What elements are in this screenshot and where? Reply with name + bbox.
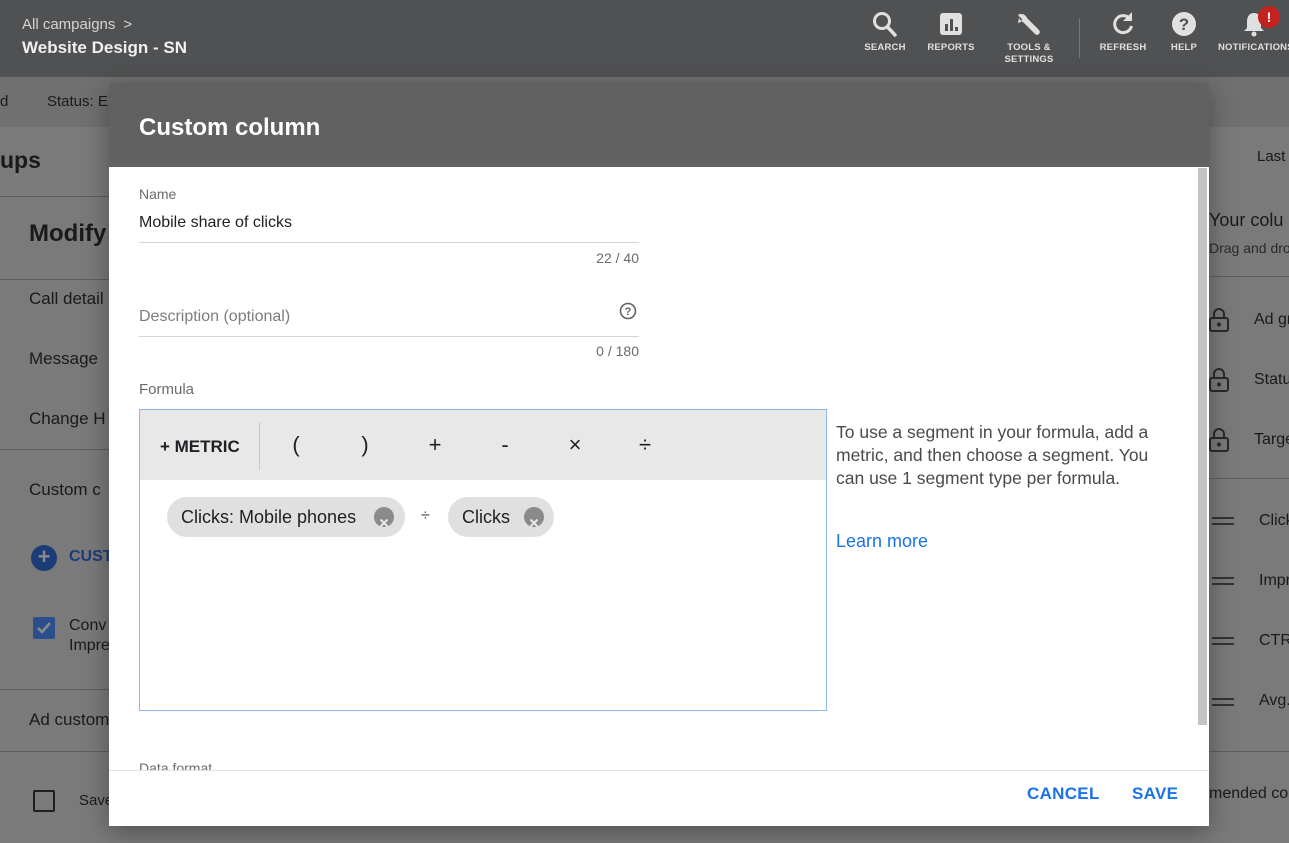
help-icon: ?: [1172, 12, 1196, 36]
background-draggable-column: Impr: [1259, 572, 1289, 589]
background-custom-button: CUST: [69, 548, 113, 565]
metric-chip-label: Clicks: [462, 507, 510, 527]
background-divider: [0, 279, 109, 280]
metric-chip-label: Clicks: Mobile phones: [181, 507, 357, 527]
background-draggable-column: Click: [1259, 512, 1289, 529]
background-last-label: Last: [1257, 148, 1286, 165]
background-divider: [0, 449, 109, 450]
background-divider: [1209, 478, 1289, 479]
background-conv-line1: Conv: [69, 617, 107, 634]
wrench-icon: [1018, 13, 1040, 35]
description-underline: [139, 336, 639, 337]
background-draggable-column: CTR: [1259, 632, 1289, 649]
lock-icon: [1208, 367, 1230, 398]
svg-text:?: ?: [1179, 15, 1190, 34]
segment-info-text: To use a segment in your formula, add a …: [836, 422, 1149, 488]
divide-button[interactable]: ÷: [635, 432, 655, 458]
toolbar-divider: [1079, 18, 1080, 58]
learn-more-link[interactable]: Learn more: [836, 531, 928, 552]
background-ad-customizers: Ad custom: [29, 710, 110, 729]
background-your-columns-sub: Drag and dro: [1209, 240, 1289, 256]
campaign-name: Website Design - SN: [22, 38, 187, 57]
tools-label-line2: SETTINGS: [1004, 54, 1054, 65]
name-label: Name: [139, 186, 177, 202]
help-label: HELP: [1170, 42, 1198, 53]
drag-handle-icon: [1212, 517, 1234, 529]
description-input[interactable]: Description (optional): [139, 308, 290, 326]
background-cut-text: d: [0, 93, 9, 110]
background-status: Status: E: [47, 93, 108, 110]
background-left-item: Call detail: [29, 289, 104, 308]
open-paren-button[interactable]: (: [286, 432, 306, 458]
chevron-right-icon: >: [123, 16, 133, 33]
checkbox-checked-icon: [33, 617, 55, 639]
reports-icon: [940, 13, 962, 35]
background-locked-column: Ad gr: [1254, 311, 1289, 328]
metric-chip[interactable]: Clicks: [448, 497, 554, 537]
formula-editor[interactable]: + METRIC ( ) + - × ÷ Clicks: Mobile phon…: [139, 409, 827, 711]
background-draggable-column: Avg.: [1259, 692, 1289, 709]
background-divider: [0, 196, 109, 197]
plus-button[interactable]: +: [425, 432, 445, 458]
metric-chip[interactable]: Clicks: Mobile phones: [167, 497, 405, 537]
tools-settings-button[interactable]: TOOLS & SETTINGS: [1000, 10, 1058, 66]
tools-label-line1: TOOLS &: [1007, 42, 1051, 53]
refresh-icon: [1113, 12, 1133, 35]
background-modify-title: Modify: [29, 220, 107, 247]
drag-handle-icon: [1212, 577, 1234, 589]
refresh-label: REFRESH: [1099, 42, 1147, 53]
background-divider: [0, 689, 109, 690]
breadcrumb-all-campaigns[interactable]: All campaigns: [22, 16, 115, 33]
search-icon: [873, 12, 897, 37]
cancel-button[interactable]: CANCEL: [1027, 784, 1100, 804]
search-button[interactable]: SEARCH: [862, 10, 908, 54]
save-button[interactable]: SAVE: [1132, 784, 1178, 804]
formula-operator: ÷: [421, 507, 430, 524]
drag-handle-icon: [1212, 637, 1234, 649]
add-circle-icon: +: [31, 545, 57, 571]
remove-chip-icon[interactable]: [374, 507, 394, 528]
lock-icon: [1208, 307, 1230, 338]
formula-label: Formula: [139, 381, 195, 398]
notifications-label: NOTIFICATIONS: [1218, 42, 1289, 53]
background-conv-line2: Impre: [69, 637, 110, 654]
background-your-columns-title: Your colu: [1209, 210, 1284, 230]
dialog-header: Custom column: [109, 83, 1209, 167]
background-recommended: mended co: [1209, 785, 1289, 802]
svg-text:?: ?: [625, 306, 632, 318]
help-circle-icon[interactable]: ?: [619, 302, 637, 325]
background-custom-columns: Custom c: [29, 480, 101, 499]
formula-toolbar: + METRIC ( ) + - × ÷: [140, 410, 826, 480]
lock-icon: [1208, 427, 1230, 458]
minus-button[interactable]: -: [495, 432, 515, 458]
help-button[interactable]: ? HELP: [1166, 10, 1202, 54]
background-locked-column: Targe: [1254, 431, 1289, 448]
background-locked-column: Statu: [1254, 371, 1289, 388]
notification-badge: !: [1258, 6, 1280, 28]
toolbar-separator: [259, 422, 260, 470]
background-section-title: ups: [0, 147, 41, 173]
description-counter: 0 / 180: [596, 343, 639, 359]
name-counter: 22 / 40: [596, 250, 639, 266]
reports-button[interactable]: REPORTS: [926, 10, 976, 54]
name-input[interactable]: Mobile share of clicks: [139, 214, 292, 232]
multiply-button[interactable]: ×: [565, 432, 585, 458]
refresh-button[interactable]: REFRESH: [1098, 10, 1148, 54]
search-label: SEARCH: [864, 42, 906, 53]
background-left-item: Message: [29, 349, 98, 368]
drag-handle-icon: [1212, 698, 1234, 710]
breadcrumb[interactable]: All campaigns >: [22, 16, 132, 33]
dialog-scrollbar[interactable]: [1198, 168, 1207, 725]
dialog-title: Custom column: [139, 114, 321, 141]
add-metric-button[interactable]: + METRIC: [160, 437, 240, 457]
reports-label: REPORTS: [927, 42, 975, 53]
top-bar: All campaigns > Website Design - SN SEARC…: [0, 0, 1289, 77]
name-underline: [139, 242, 639, 243]
checkbox-unchecked-icon: [33, 790, 55, 812]
background-divider: [1209, 276, 1289, 277]
remove-chip-icon[interactable]: [524, 507, 544, 528]
background-left-item: Change H: [29, 409, 106, 428]
close-paren-button[interactable]: ): [355, 432, 375, 458]
custom-column-dialog: Custom column Name Mobile share of click…: [109, 83, 1209, 826]
